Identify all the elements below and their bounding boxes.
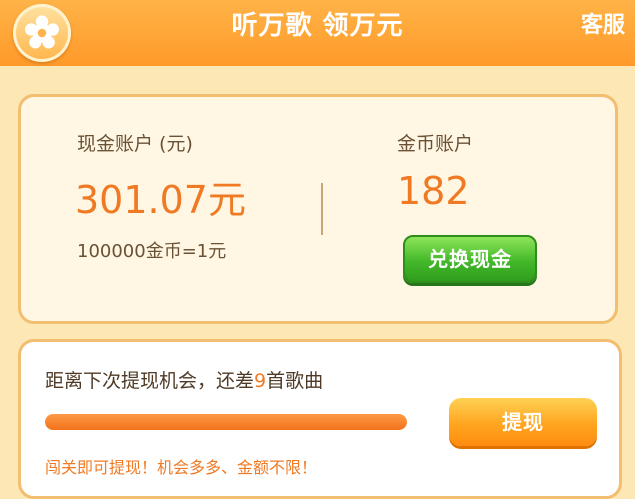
- page-title: 听万歌 领万元: [231, 11, 404, 41]
- top-bar: 听万歌 领万元 客服: [0, 0, 635, 66]
- progress-fill: [45, 414, 407, 430]
- cash-account-label: 现金账户 (元): [77, 133, 193, 155]
- cash-balance: 301.07元: [75, 178, 246, 222]
- withdraw-tip: 闯关即可提现！机会多多、金额不限！: [45, 458, 318, 477]
- exchange-cash-button[interactable]: 兑换现金: [403, 235, 537, 283]
- withdraw-card: 距离下次提现机会，还差9首歌曲 闯关即可提现！机会多多、金额不限！ 提现: [18, 339, 622, 499]
- remaining-prefix: 距离下次提现机会，还差: [45, 370, 255, 392]
- coin-account-label: 金币账户: [397, 133, 474, 155]
- exchange-rate-text: 100000金币=1元: [77, 241, 227, 262]
- coin-balance: 182: [397, 169, 470, 213]
- withdraw-progress-bar: [45, 414, 407, 430]
- remaining-count: 9: [254, 370, 267, 392]
- remaining-suffix: 首歌曲: [266, 370, 324, 392]
- divider: [321, 183, 323, 235]
- account-card: 现金账户 (元) 301.07元 100000金币=1元 金币账户 182 兑换…: [18, 94, 618, 324]
- customer-service-link[interactable]: 客服: [581, 0, 625, 52]
- withdraw-remaining-text: 距离下次提现机会，还差9首歌曲: [45, 366, 323, 393]
- withdraw-button[interactable]: 提现: [449, 398, 597, 446]
